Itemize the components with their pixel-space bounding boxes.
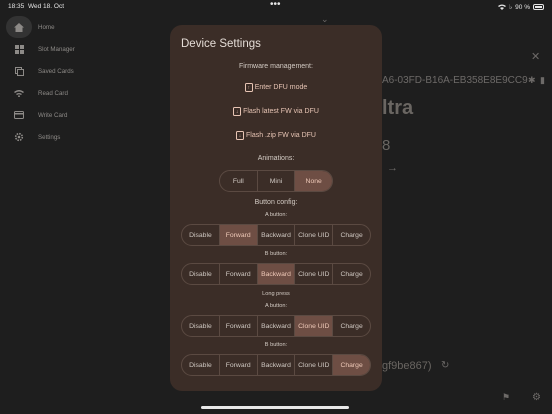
long-b-option-charge[interactable]: Charge: [332, 355, 370, 375]
long-b-option-disable[interactable]: Disable: [182, 355, 219, 375]
a-button-segmented-control: Disable Forward Backward Clone UID Charg…: [181, 224, 371, 246]
sidebar-item-label: Home: [38, 24, 55, 31]
firmware-hash: gf9be867): [382, 360, 432, 372]
enter-dfu-label: Enter DFU mode: [254, 84, 308, 91]
sidebar-item-label: Slot Manager: [38, 46, 75, 53]
phone-file-icon: ↓: [235, 131, 244, 140]
long-b-button-label: B button:: [264, 342, 288, 348]
a-option-backward[interactable]: Backward: [256, 225, 295, 245]
flash-latest-button[interactable]: ↓ Flash latest FW via DFU: [170, 107, 382, 116]
sidebar-item-settings[interactable]: Settings: [6, 126, 120, 148]
long-a-option-clone-uid[interactable]: Clone UID: [294, 316, 333, 336]
phone-download-icon: ↓: [233, 107, 242, 116]
long-a-option-disable[interactable]: Disable: [182, 316, 219, 336]
sidebar-item-label: Settings: [38, 134, 61, 141]
battery-percent: 90 %: [515, 3, 530, 11]
sidebar: Home Slot Manager Saved Cards Read Card …: [0, 16, 120, 148]
device-number: 8: [382, 137, 391, 154]
sidebar-item-read-card[interactable]: Read Card: [6, 82, 120, 104]
long-a-option-backward[interactable]: Backward: [256, 316, 295, 336]
button-config-heading: Button config:: [254, 199, 298, 206]
grid-icon: [13, 43, 25, 55]
flash-zip-button[interactable]: ↓ Flash .zip FW via DFU: [170, 131, 382, 140]
device-model: ltra: [382, 97, 414, 119]
long-b-option-clone-uid[interactable]: Clone UID: [294, 355, 332, 375]
sidebar-item-label: Saved Cards: [38, 68, 74, 75]
device-id: A6-03FD-B16A-EB358E8E9CC9: [382, 75, 528, 86]
b-option-forward[interactable]: Forward: [218, 264, 257, 284]
chevron-up-icon: ⌄: [321, 14, 329, 24]
a-option-clone-uid[interactable]: Clone UID: [294, 225, 332, 245]
upload-box-icon: ↑: [244, 83, 253, 92]
status-bar: 18:35 Wed 18. Oct ••• ♭ 90 %: [0, 0, 552, 14]
firmware-heading: Firmware management:: [239, 63, 313, 70]
sidebar-item-slot-manager[interactable]: Slot Manager: [6, 38, 120, 60]
gear-icon: [13, 131, 25, 143]
status-date: Wed 18. Oct: [28, 3, 65, 10]
arrow-right-icon[interactable]: →: [387, 162, 398, 174]
long-b-option-backward[interactable]: Backward: [256, 355, 295, 375]
device-settings-dialog: Device Settings Firmware management: ↑ E…: [170, 25, 382, 391]
flash-latest-label: Flash latest FW via DFU: [243, 108, 319, 115]
animations-heading: Animations:: [257, 155, 295, 162]
animations-segmented-control: Full Mini None: [219, 170, 333, 192]
close-icon[interactable]: ✕: [531, 50, 540, 63]
battery-icon: [533, 4, 544, 10]
home-icon: [13, 21, 25, 33]
wifi-status-icon: [498, 4, 507, 10]
long-b-button-segmented-control: Disable Forward Backward Clone UID Charg…: [181, 354, 371, 376]
b-option-backward[interactable]: Backward: [256, 264, 295, 284]
long-press-label: Long press: [262, 291, 290, 297]
b-button-segmented-control: Disable Forward Backward Clone UID Charg…: [181, 263, 371, 285]
a-option-disable[interactable]: Disable: [182, 225, 219, 245]
enter-dfu-button[interactable]: ↑ Enter DFU mode: [170, 83, 382, 92]
home-indicator[interactable]: [201, 406, 349, 409]
animation-option-full[interactable]: Full: [220, 171, 257, 191]
copy-icon: [13, 65, 25, 77]
sidebar-item-write-card[interactable]: Write Card: [6, 104, 120, 126]
b-button-label: B button:: [264, 251, 288, 257]
bluetooth-icon: ✱: [528, 75, 536, 85]
status-right: ♭ 90 %: [498, 3, 544, 11]
long-a-option-forward[interactable]: Forward: [218, 316, 257, 336]
long-a-button-segmented-control: Disable Forward Backward Clone UID Charg…: [181, 315, 371, 337]
long-b-option-forward[interactable]: Forward: [218, 355, 257, 375]
a-option-charge[interactable]: Charge: [332, 225, 370, 245]
sidebar-item-home[interactable]: Home: [6, 16, 55, 38]
b-option-charge[interactable]: Charge: [332, 264, 370, 284]
status-time: 18:35: [8, 3, 25, 10]
long-a-option-charge[interactable]: Charge: [332, 316, 370, 336]
settings-gear-icon[interactable]: ⚙: [532, 392, 541, 403]
card-icon: [13, 109, 25, 121]
device-battery-icon: ▮: [540, 75, 545, 85]
sidebar-item-saved-cards[interactable]: Saved Cards: [6, 60, 120, 82]
flag-icon[interactable]: ⚑: [502, 392, 510, 403]
long-a-button-label: A button:: [264, 303, 288, 309]
refresh-icon[interactable]: ↻: [441, 360, 449, 371]
a-option-forward[interactable]: Forward: [218, 225, 257, 245]
animation-option-none[interactable]: None: [294, 171, 332, 191]
b-option-disable[interactable]: Disable: [182, 264, 219, 284]
a-button-label: A button:: [264, 212, 288, 218]
animation-option-mini[interactable]: Mini: [256, 171, 295, 191]
flash-zip-label: Flash .zip FW via DFU: [245, 132, 316, 139]
wifi-icon: [13, 87, 25, 99]
b-option-clone-uid[interactable]: Clone UID: [294, 264, 332, 284]
sidebar-item-label: Read Card: [38, 90, 68, 97]
dialog-title: Device Settings: [181, 38, 261, 50]
sidebar-item-label: Write Card: [38, 112, 68, 119]
multitask-dots[interactable]: •••: [270, 0, 281, 10]
headphones-icon: ♭: [509, 4, 513, 11]
